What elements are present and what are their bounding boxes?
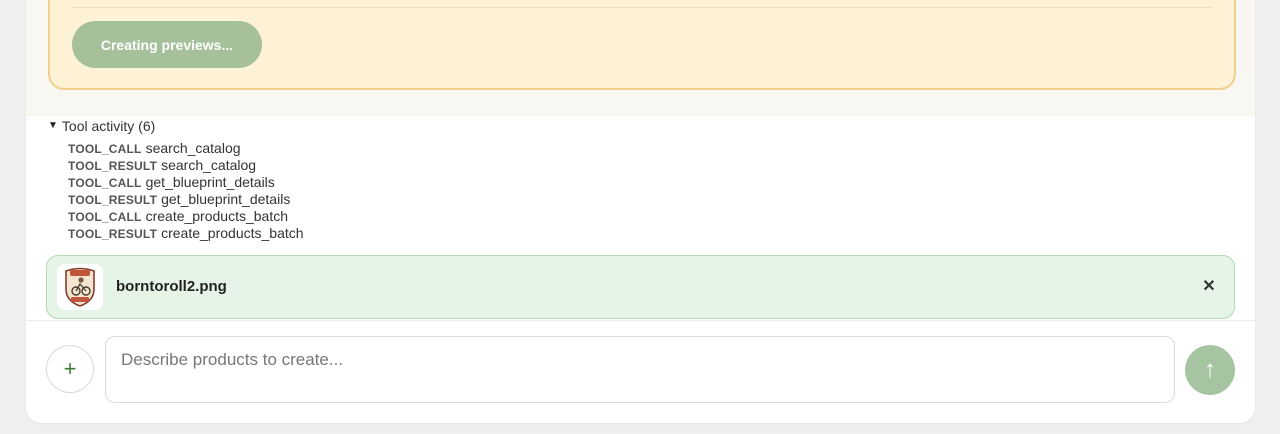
- tool-name: create_products_batch: [161, 225, 304, 241]
- preview-status-card: Creating previews...: [48, 0, 1236, 90]
- triangle-down-icon: ▼: [48, 120, 58, 131]
- attachment-filename: borntoroll2.png: [116, 278, 227, 295]
- chat-panel: Creating previews... ▼ Tool activity (6)…: [26, 0, 1255, 423]
- send-button[interactable]: ↑: [1185, 345, 1235, 395]
- creating-previews-button[interactable]: Creating previews...: [72, 21, 262, 68]
- card-divider: [72, 7, 1212, 8]
- tool-activity-list: TOOL_CALL search_catalog TOOL_RESULT searc…: [48, 140, 648, 242]
- tool-name: get_blueprint_details: [161, 191, 291, 207]
- tool-kind: TOOL_RESULT: [68, 159, 158, 173]
- tool-name: create_products_batch: [145, 208, 289, 224]
- tool-kind: TOOL_RESULT: [68, 227, 158, 241]
- tool-activity-summary: Tool activity (6): [61, 118, 156, 134]
- tool-activity-row: TOOL_RESULT get_blueprint_details: [68, 191, 648, 208]
- tool-name: search_catalog: [145, 140, 241, 156]
- tool-kind: TOOL_RESULT: [68, 193, 158, 207]
- tool-activity-toggle[interactable]: ▼ Tool activity (6): [48, 117, 648, 135]
- tool-activity-row: TOOL_CALL create_products_batch: [68, 208, 648, 225]
- tool-name: search_catalog: [161, 157, 257, 173]
- tool-activity: ▼ Tool activity (6) TOOL_CALL search_cata…: [48, 117, 648, 242]
- attachment-thumbnail: [57, 264, 103, 310]
- tool-kind: TOOL_CALL: [68, 176, 142, 190]
- composer-divider: [26, 320, 1255, 321]
- preview-area: Creating previews...: [26, 0, 1255, 116]
- born-to-roll-badge-icon: [65, 267, 95, 307]
- tool-activity-row: TOOL_CALL search_catalog: [68, 140, 648, 157]
- tool-activity-row: TOOL_RESULT search_catalog: [68, 157, 648, 174]
- add-attachment-button[interactable]: +: [46, 345, 94, 393]
- tool-kind: TOOL_CALL: [68, 210, 142, 224]
- prompt-input[interactable]: [105, 336, 1175, 403]
- close-icon[interactable]: ✕: [1198, 275, 1220, 297]
- tool-activity-row: TOOL_RESULT create_products_batch: [68, 225, 648, 242]
- tool-kind: TOOL_CALL: [68, 142, 142, 156]
- tool-activity-row: TOOL_CALL get_blueprint_details: [68, 174, 648, 191]
- tool-name: get_blueprint_details: [145, 174, 275, 190]
- attachment-chip: borntoroll2.png ✕: [46, 255, 1235, 319]
